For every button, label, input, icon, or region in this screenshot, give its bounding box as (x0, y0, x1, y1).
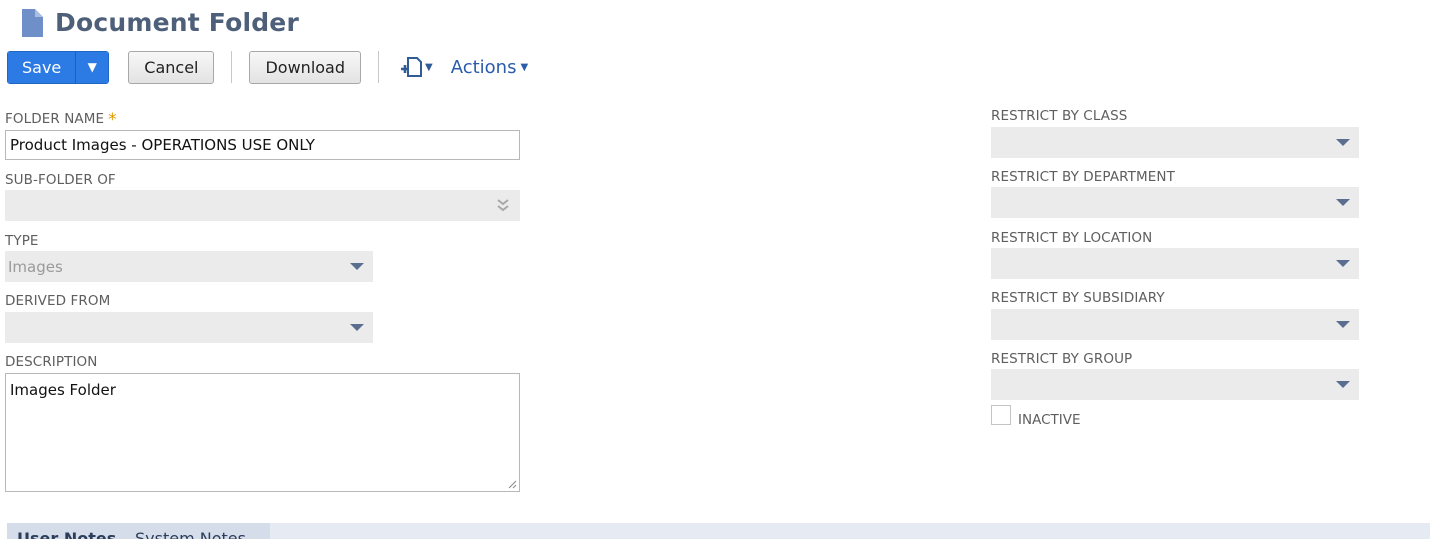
type-label: TYPE (5, 233, 39, 249)
restrict-subsidiary-label: RESTRICT BY SUBSIDIARY (991, 290, 1165, 306)
description-textarea[interactable]: Images Folder (5, 373, 520, 492)
caret-down-icon: ▼ (520, 61, 529, 73)
dropdown-arrow-icon (1336, 381, 1350, 388)
dropdown-arrow-icon (350, 263, 364, 270)
page-header: Document Folder (22, 8, 299, 37)
tab-system-notes[interactable]: System Notes (135, 529, 246, 539)
folder-name-label: FOLDER NAME * (5, 110, 117, 130)
document-icon (22, 8, 43, 37)
tab-user-notes[interactable]: User Notes (17, 529, 116, 539)
save-button[interactable]: Save (8, 51, 77, 83)
dropdown-arrow-icon (1336, 199, 1350, 206)
restrict-class-label: RESTRICT BY CLASS (991, 108, 1128, 124)
sub-folder-of-select[interactable] (5, 190, 520, 221)
restrict-location-select[interactable] (991, 248, 1359, 279)
folder-name-input[interactable]: Product Images - OPERATIONS USE ONLY (5, 130, 520, 160)
double-chevron-down-icon (497, 199, 509, 212)
inactive-label: INACTIVE (1018, 412, 1081, 428)
chevron-down-icon: ▼ (87, 60, 97, 74)
print-menu-button[interactable]: ▼ (399, 55, 433, 79)
toolbar: Save ▼ Cancel Download ▼ Actions ▼ (7, 50, 528, 84)
sub-folder-of-label: SUB-FOLDER OF (5, 172, 116, 188)
resize-grip-icon[interactable] (507, 479, 517, 489)
restrict-group-label: RESTRICT BY GROUP (991, 351, 1133, 367)
restrict-department-select[interactable] (991, 187, 1359, 218)
actions-label: Actions (450, 56, 517, 78)
save-menu-button[interactable]: ▼ (76, 51, 109, 83)
restrict-location-label: RESTRICT BY LOCATION (991, 230, 1153, 246)
inactive-checkbox[interactable] (991, 405, 1011, 425)
save-button-group: Save ▼ (7, 50, 110, 84)
print-icon (401, 57, 423, 77)
restrict-class-select[interactable] (991, 127, 1359, 158)
dropdown-arrow-icon (1336, 260, 1350, 267)
cancel-button[interactable]: Cancel (128, 50, 215, 84)
restrict-group-select[interactable] (991, 369, 1359, 400)
dropdown-arrow-icon (350, 324, 364, 331)
page-title: Document Folder (55, 8, 299, 37)
derived-from-select[interactable] (5, 312, 373, 343)
document-folder-page: Document Folder Save ▼ Cancel Download ▼… (0, 0, 1430, 539)
description-value: Images Folder (10, 381, 116, 399)
subtab-group: User Notes System Notes (7, 523, 270, 539)
caret-down-icon: ▼ (425, 61, 433, 73)
toolbar-divider (231, 51, 233, 83)
restrict-department-label: RESTRICT BY DEPARTMENT (991, 169, 1175, 185)
type-select[interactable]: Images (5, 251, 373, 282)
folder-name-label-text: FOLDER NAME (5, 111, 105, 127)
restrict-subsidiary-select[interactable] (991, 309, 1359, 340)
download-button[interactable]: Download (249, 50, 362, 84)
toolbar-divider (378, 51, 380, 83)
actions-menu[interactable]: Actions ▼ (451, 57, 528, 78)
description-label: DESCRIPTION (5, 354, 98, 370)
required-marker: * (108, 110, 117, 130)
dropdown-arrow-icon (1336, 321, 1350, 328)
derived-from-label: DERIVED FROM (5, 293, 111, 309)
type-value: Images (8, 258, 63, 276)
subtab-bar: User Notes System Notes (7, 523, 1430, 539)
dropdown-arrow-icon (1336, 139, 1350, 146)
